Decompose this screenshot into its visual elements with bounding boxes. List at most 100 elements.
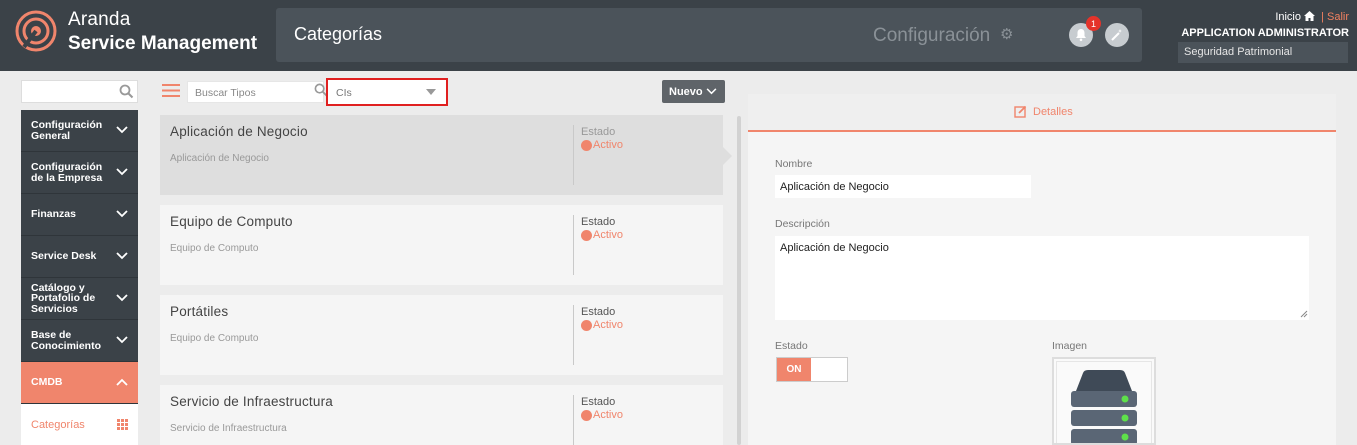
category-subtitle: Equipo de Computo: [170, 243, 259, 254]
sidebar-item-configuracion-empresa[interactable]: Configuración de la Empresa: [21, 152, 138, 194]
chevron-down-icon: [116, 251, 128, 259]
name-input[interactable]: Aplicación de Negocio: [775, 175, 1031, 198]
sidebar-item-label: Catálogo y Portafolio de Servicios: [31, 281, 96, 315]
state-toggle[interactable]: ON: [776, 357, 848, 382]
chevron-down-icon: [116, 125, 128, 133]
sidebar-item-label: Base de Conocimiento: [31, 329, 101, 352]
status-value: Activo: [581, 409, 623, 421]
status-label: Estado: [581, 126, 616, 138]
separator: |: [1321, 11, 1324, 23]
selection-arrow: [723, 147, 732, 165]
details-tabbar: Detalles: [748, 94, 1336, 132]
chevron-down-icon: [116, 167, 128, 175]
sidebar-item-service-desk[interactable]: Service Desk: [21, 236, 138, 278]
chevron-down-icon: [116, 293, 128, 301]
category-card[interactable]: Aplicación de Negocio Aplicación de Nego…: [160, 115, 723, 195]
configuration-link[interactable]: Configuración: [873, 25, 990, 47]
image-label: Imagen: [1052, 340, 1088, 352]
chevron-down-icon: [116, 335, 128, 343]
status-text: Activo: [593, 139, 623, 151]
sidebar-item-base-conocimiento[interactable]: Base de Conocimiento: [21, 320, 138, 362]
status-text: Activo: [593, 319, 623, 331]
category-card[interactable]: Equipo de Computo Equipo de Computo Esta…: [160, 205, 723, 285]
user-role-selector[interactable]: Seguridad Patrimonial: [1178, 42, 1348, 63]
category-subtitle: Aplicación de Negocio: [170, 153, 269, 164]
category-card[interactable]: Servicio de Infraestructura Servicio de …: [160, 385, 723, 445]
sidebar-item-catalogo[interactable]: Catálogo y Portafolio de Servicios: [21, 278, 138, 320]
tools-button[interactable]: [1105, 23, 1129, 47]
sidebar-search-input[interactable]: [21, 80, 138, 103]
gear-icon[interactable]: ⚙: [1000, 25, 1013, 43]
status-dot-icon: [581, 139, 592, 151]
brand-product: Service Management: [68, 33, 258, 54]
status-value: Activo: [581, 319, 623, 331]
sidebar-item-label: Configuración General: [31, 119, 103, 142]
hamburger-menu-icon[interactable]: [162, 84, 180, 97]
magic-wand-icon: [1111, 29, 1122, 41]
status-text: Activo: [593, 229, 623, 241]
search-types-input[interactable]: Buscar Tipos: [187, 81, 324, 103]
sidebar-item-configuracion-general[interactable]: Configuración General: [21, 110, 138, 152]
header-user-links: Inicio | Salir: [1275, 11, 1349, 23]
status-label: Estado: [581, 216, 616, 228]
user-name: APPLICATION ADMINISTRATOR: [1181, 27, 1349, 39]
sidebar-item-label: CMDB: [31, 376, 63, 389]
status-text: Activo: [593, 409, 623, 421]
sidebar-subitem-categorias[interactable]: Categorías: [21, 404, 138, 445]
aranda-logo-icon: [15, 10, 57, 52]
description-label: Descripción: [775, 218, 830, 230]
header-title-panel: Categorías Configuración ⚙ 1: [276, 8, 1142, 62]
category-title: Equipo de Computo: [170, 214, 293, 229]
grid-icon: [117, 419, 128, 430]
app-header: Aranda Service Management Categorías Con…: [0, 0, 1357, 71]
brand-name: Aranda: [68, 9, 131, 30]
server-icon: [1071, 370, 1137, 443]
divider: [573, 395, 574, 445]
tab-label: Detalles: [1033, 105, 1073, 118]
notification-count-badge: 1: [1086, 16, 1101, 31]
sidebar-item-label: Finanzas: [31, 208, 76, 221]
sidebar-item-label: Configuración de la Empresa: [31, 161, 103, 184]
page-title: Categorías: [294, 24, 383, 44]
sidebar-subitem-label: Categorías: [31, 418, 85, 431]
chevron-up-icon: [116, 378, 128, 386]
category-title: Portátiles: [170, 304, 229, 319]
new-button[interactable]: Nuevo: [662, 80, 725, 103]
divider: [573, 125, 574, 185]
edit-icon: [1014, 105, 1027, 118]
home-icon[interactable]: [1304, 11, 1316, 21]
divider: [573, 305, 574, 365]
tab-detalles[interactable]: Detalles: [1014, 105, 1073, 118]
category-type-select[interactable]: CIs: [326, 78, 448, 106]
status-dot-icon: [581, 409, 592, 421]
status-dot-icon: [581, 229, 592, 241]
sidebar-item-finanzas[interactable]: Finanzas: [21, 194, 138, 236]
name-label: Nombre: [775, 158, 813, 170]
home-link[interactable]: Inicio: [1275, 11, 1301, 23]
category-subtitle: Servicio de Infraestructura: [170, 423, 287, 434]
search-icon[interactable]: [119, 84, 134, 99]
status-value: Activo: [581, 139, 623, 151]
status-dot-icon: [581, 319, 592, 331]
state-label: Estado: [775, 340, 808, 352]
sidebar-item-label: Service Desk: [31, 250, 97, 263]
divider: [573, 215, 574, 275]
category-subtitle: Equipo de Computo: [170, 333, 259, 344]
status-label: Estado: [581, 306, 616, 318]
category-image[interactable]: [1052, 357, 1156, 445]
status-label: Estado: [581, 396, 616, 408]
chevron-down-icon: [116, 209, 128, 217]
list-scrollbar[interactable]: [737, 116, 741, 445]
resize-handle-icon[interactable]: [1300, 310, 1308, 318]
category-title: Servicio de Infraestructura: [170, 394, 333, 409]
category-title: Aplicación de Negocio: [170, 124, 308, 139]
category-card[interactable]: Portátiles Equipo de Computo Estado Acti…: [160, 295, 723, 375]
sidebar-item-cmdb[interactable]: CMDB: [21, 362, 138, 404]
logout-link[interactable]: Salir: [1327, 11, 1349, 23]
status-value: Activo: [581, 229, 623, 241]
chevron-down-icon: [706, 88, 717, 95]
description-textarea[interactable]: Aplicación de Negocio: [775, 236, 1309, 320]
bell-icon: [1076, 29, 1086, 42]
toggle-on-label: ON: [777, 358, 811, 381]
details-panel: Detalles Nombre Aplicación de Negocio De…: [748, 94, 1336, 445]
